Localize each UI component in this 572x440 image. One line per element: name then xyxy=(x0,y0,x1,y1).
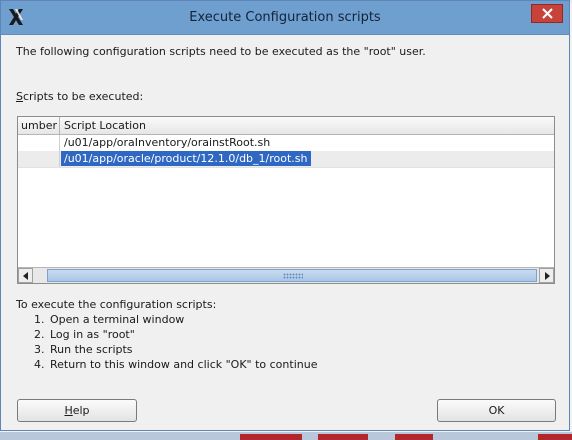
row-location-cell: /u01/app/oraInventory/orainstRoot.sh xyxy=(64,136,271,149)
dialog-window: Execute Configuration scripts The follow… xyxy=(0,0,570,431)
horizontal-scrollbar[interactable] xyxy=(18,267,554,283)
scripts-table[interactable]: umber Script Location /u01/app/oraInvent… xyxy=(17,116,555,284)
scripts-label: Scripts to be executed: xyxy=(16,90,144,103)
column-header-script-location[interactable]: Script Location xyxy=(61,117,554,134)
instruction-step: Run the scripts xyxy=(48,342,317,357)
scroll-thumb[interactable] xyxy=(47,269,537,282)
window-title: Execute Configuration scripts xyxy=(189,10,381,25)
close-icon xyxy=(541,8,553,19)
title-bar[interactable]: Execute Configuration scripts xyxy=(1,1,569,35)
arrow-left-icon xyxy=(22,271,28,280)
row-number-cell xyxy=(18,151,60,167)
instructions-heading: To execute the configuration scripts: xyxy=(16,298,217,311)
ok-button[interactable]: OK xyxy=(437,399,556,422)
column-header-number[interactable]: umber xyxy=(18,117,60,134)
table-header: umber Script Location xyxy=(18,117,554,135)
close-button[interactable] xyxy=(531,4,563,23)
scroll-left-button[interactable] xyxy=(18,268,33,283)
instruction-step: Return to this window and click "OK" to … xyxy=(48,357,317,372)
scroll-grip-icon xyxy=(283,273,303,279)
intro-text: The following configuration scripts need… xyxy=(16,45,426,58)
scroll-right-button[interactable] xyxy=(539,268,554,283)
row-location-cell: /u01/app/oracle/product/12.1.0/db_1/root… xyxy=(61,151,311,166)
instructions-steps: Open a terminal window Log in as "root" … xyxy=(16,312,317,372)
dialog-content: The following configuration scripts need… xyxy=(1,35,569,430)
desktop-background-bottom xyxy=(0,432,572,440)
arrow-right-icon xyxy=(544,271,550,280)
table-row-selected[interactable]: /u01/app/oracle/product/12.1.0/db_1/root… xyxy=(18,151,554,168)
row-number-cell xyxy=(18,135,60,151)
instruction-step: Log in as "root" xyxy=(48,327,317,342)
instruction-step: Open a terminal window xyxy=(48,312,317,327)
instructions: To execute the configuration scripts: Op… xyxy=(16,297,317,372)
help-button[interactable]: Help xyxy=(17,399,137,422)
table-row[interactable]: /u01/app/oraInventory/orainstRoot.sh xyxy=(18,135,554,152)
